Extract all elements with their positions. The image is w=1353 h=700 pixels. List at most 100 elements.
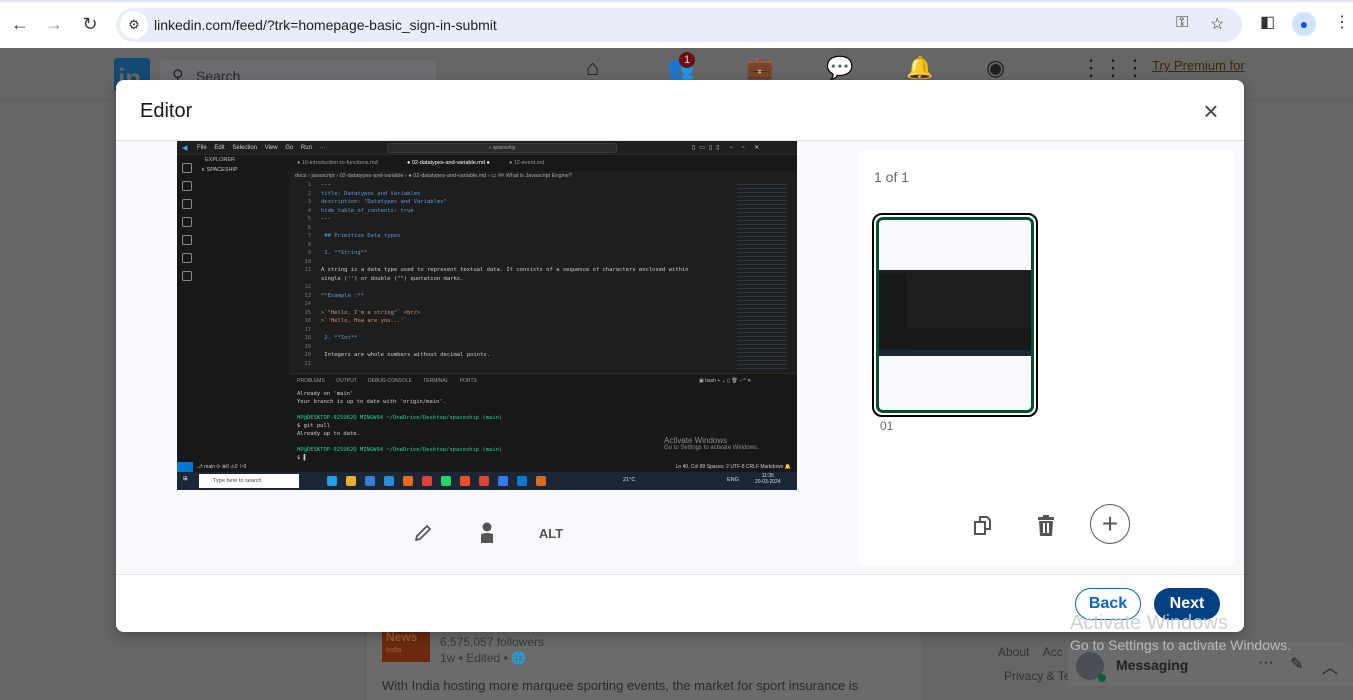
thumbnail-frame (876, 217, 1034, 413)
messaging-icon[interactable]: 💬 (826, 55, 853, 81)
modal-body: ◀ File Edit Selection View Go Run ··· ⌕ … (116, 141, 1244, 574)
remote-indicator (177, 462, 193, 472)
explorer-tree: ∨ SPACESHIP › blog ∨ docs › aws › bun › … (197, 165, 289, 175)
taskbar-clock: 11:35 20-03-2024 (755, 473, 781, 485)
menu-icon[interactable]: ⋮ (1334, 12, 1350, 32)
line-number: 4 (307, 207, 311, 214)
bookmark-star-icon[interactable]: ☆ (1210, 14, 1224, 34)
terminal-shell: ▣ bash + ⌄ ▯ 🗑 − ^ ✕ (699, 378, 752, 384)
more-options-icon[interactable]: ··· (1258, 654, 1274, 672)
news-logo[interactable]: News India (382, 628, 430, 662)
line-number: 21 (304, 360, 311, 367)
vscode-titlebar: ◀ File Edit Selection View Go Run ··· ⌕ … (177, 141, 797, 155)
terminal-line: Already on 'main' (297, 391, 354, 397)
code-line: 14 (289, 300, 759, 309)
url-text[interactable]: linkedin.com/feed/?trk=homepage-basic_si… (154, 17, 497, 33)
profile-button[interactable]: ● (1292, 12, 1316, 36)
jobs-icon[interactable]: 💼 (746, 55, 773, 81)
taskbar-search: Type here to search (199, 474, 299, 488)
premium-link[interactable]: Try Premium for (1152, 58, 1245, 73)
windows-start-icon: ⊞ (183, 476, 188, 482)
terminal-line: Already up to date. (297, 431, 360, 437)
line-number: 9 (307, 250, 311, 256)
browser-toolbar: ← → ↻ ⚙ linkedin.com/feed/?trk=homepage-… (0, 0, 1353, 48)
about-link[interactable]: About (998, 645, 1029, 659)
vscode-tabs: ● 10-introduction-to-functions.md ● 02-d… (289, 155, 797, 171)
vscode-code: 1 --- 2 title: Datatypes and Variables 3 desc… (289, 181, 759, 371)
vscode-minimap (737, 181, 787, 371)
modal-header: Editor × (116, 80, 1244, 141)
line-text: ## Primitive Data types (321, 233, 401, 239)
edit-button[interactable] (411, 520, 435, 546)
duplicate-button[interactable] (965, 508, 1001, 544)
line-text: description: "Datatypes and Variables" (321, 199, 447, 205)
code-line: 3 description: "Datatypes and Variables" (289, 198, 759, 207)
media-thumbnail[interactable] (872, 213, 1038, 417)
forward-icon[interactable]: → (40, 10, 68, 38)
password-key-icon[interactable]: ⚿ (1176, 14, 1188, 32)
taskbar-apps (327, 476, 546, 486)
editor-modal: Editor × ◀ File Edit Selection View Go R… (116, 80, 1244, 632)
news-logo-sub: India (386, 647, 402, 654)
line-number: 5 (307, 216, 311, 222)
taskbar-weather: 21°C (623, 477, 636, 483)
line-number: 3 (307, 199, 311, 205)
line-text: A string is a data type used to represen… (321, 267, 689, 273)
terminal-line: $ git pull (297, 423, 331, 429)
code-line: 21 (289, 360, 759, 369)
address-bar[interactable]: ⚙ linkedin.com/feed/?trk=homepage-basic_… (116, 8, 1242, 42)
footer-links: About Acc (998, 645, 1063, 659)
next-button[interactable]: Next (1154, 588, 1220, 620)
profile-icon: ● (1292, 12, 1316, 36)
line-text: --- (321, 216, 331, 222)
home-icon[interactable]: ⌂ (586, 55, 599, 81)
feed-post: News India 6,575,057 followers 1w • Edite… (365, 620, 921, 700)
code-line: 18 2. **Int** (289, 334, 759, 343)
close-button[interactable]: × (1196, 96, 1226, 126)
code-line: 4 hide_table_of_contents: true (289, 207, 759, 216)
vscode-command-center: ⌕ spaceship (387, 143, 617, 153)
reload-icon[interactable]: ↻ (76, 10, 104, 38)
screenshot-watermark-2: Go to Settings to activate Windows. (664, 445, 759, 451)
taskbar-search-text: Type here to search (213, 478, 262, 484)
apps-grid-icon[interactable]: ⋮⋮⋮ (1080, 55, 1146, 81)
line-text: title: Datatypes and Variables (321, 190, 421, 197)
tag-person-button[interactable] (475, 520, 499, 546)
line-number: 10 (304, 258, 311, 265)
taskbar-date: 20-03-2024 (755, 479, 781, 485)
site-settings-icon[interactable]: ⚙ (120, 11, 148, 39)
explorer-title: EXPLORER (205, 157, 235, 163)
back-icon[interactable]: ← (6, 10, 34, 38)
delete-button[interactable] (1028, 508, 1064, 544)
vscode-activity-bar (177, 155, 197, 462)
notifications-bell-icon[interactable]: 🔔 (906, 55, 933, 81)
messaging-bar[interactable]: Messaging ··· ✎ ︿ (1068, 642, 1353, 686)
terminal-shell-name: bash (705, 378, 716, 384)
code-line: single ('') or double ("") quotation mar… (289, 275, 759, 284)
alt-text-button[interactable]: ALT (536, 520, 566, 546)
line-number: 20 (304, 352, 311, 358)
compose-icon[interactable]: ✎ (1290, 654, 1303, 674)
line-number: 1 (307, 182, 311, 188)
add-media-button[interactable]: + (1090, 504, 1130, 544)
chevron-up-icon[interactable]: ︿ (1322, 654, 1338, 678)
screenshot-watermark-1: Activate Windows (664, 436, 728, 445)
code-line: 8 (289, 241, 759, 250)
vscode-tab: ● 10-introduction-to-functions.md (297, 160, 378, 166)
me-avatar[interactable]: ◉ (986, 55, 1005, 81)
thumbnail-image (879, 270, 1031, 356)
line-number: 11 (304, 267, 311, 273)
pencil-icon (415, 525, 431, 541)
line-text: Integers are whole numbers without decim… (321, 352, 490, 358)
vscode-tab-active: ● 02-datatypes-and-variable.md ● (407, 160, 490, 166)
copy-icon (974, 516, 991, 535)
side-panel-icon[interactable]: ◧ (1260, 12, 1275, 32)
post-text: With India hosting more marquee sporting… (382, 678, 859, 693)
privacy-link[interactable]: Privacy & Te (1004, 669, 1070, 683)
line-number: 17 (304, 326, 311, 333)
code-line: 17 (289, 326, 759, 335)
code-line: 13 **Example :** (289, 292, 759, 301)
back-button[interactable]: Back (1075, 588, 1141, 620)
accessibility-link[interactable]: Acc (1043, 645, 1063, 659)
